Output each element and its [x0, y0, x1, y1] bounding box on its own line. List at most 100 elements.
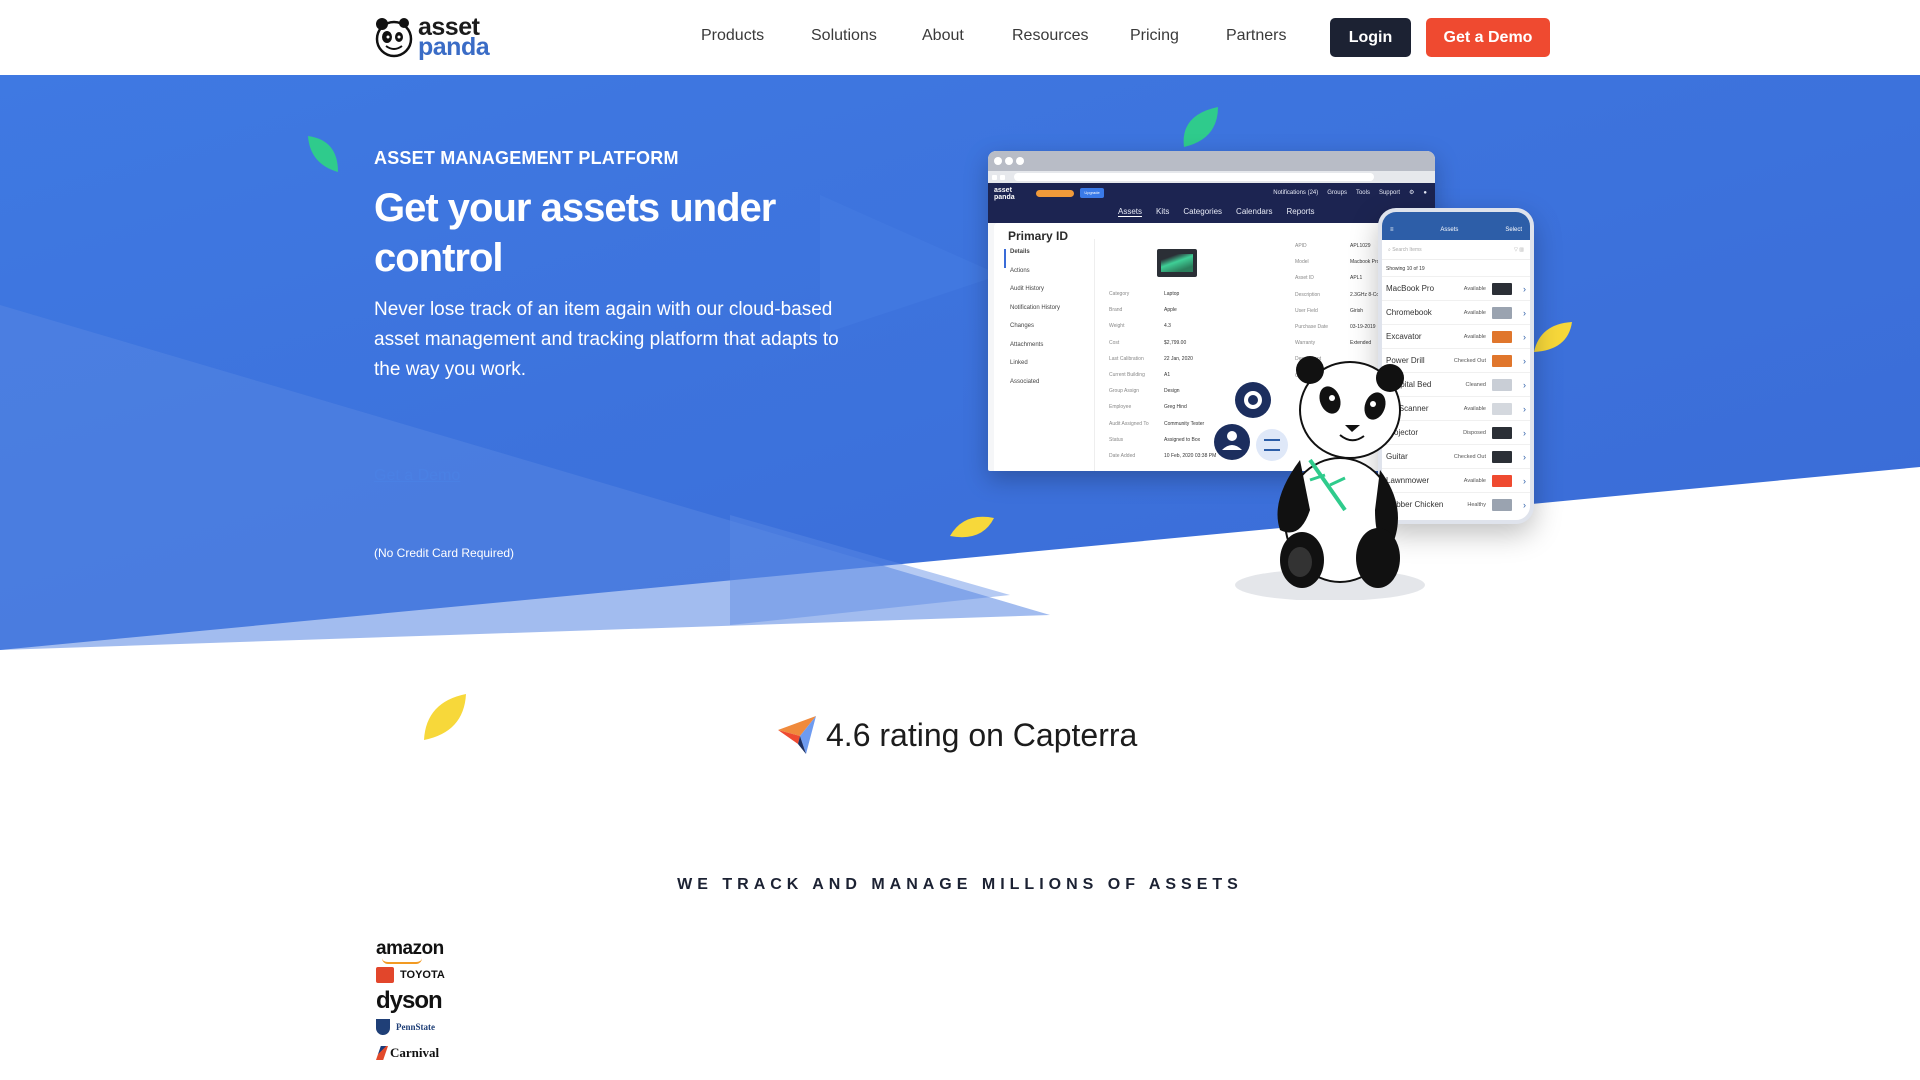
field-row: Weight 4.3: [1109, 323, 1171, 329]
asset-thumbnail: [1492, 354, 1512, 367]
field-key: Date Added: [1109, 453, 1136, 459]
nav-partners[interactable]: Partners: [1226, 27, 1286, 45]
toyota-emblem-icon: [376, 967, 394, 983]
field-key: Purchase Date: [1295, 324, 1329, 330]
rating-text: 4.6 rating on Capterra: [826, 716, 1138, 753]
panda-illustration: [1214, 356, 1425, 600]
get-demo-button[interactable]: Get a Demo: [1426, 18, 1550, 57]
side-item: Notification History: [1010, 304, 1061, 311]
customer-logos: amazon TOYOTA dyson PennState Carnival: [376, 938, 445, 1064]
field-key: Current Building: [1109, 372, 1145, 378]
nav-resources[interactable]: Resources: [1012, 27, 1088, 45]
field-row: Category Laptop: [1109, 291, 1179, 297]
field-row: Cost $2,799.00: [1109, 340, 1186, 346]
app-link-notifications: Notifications (24): [1273, 189, 1319, 196]
side-item: Details: [1004, 249, 1060, 268]
chevron-right-icon: ›: [1523, 451, 1526, 462]
field-key: Employee: [1109, 404, 1132, 411]
panda-logo-icon: [374, 16, 414, 58]
asset-thumbnail: [1492, 306, 1512, 319]
field-value: Design: [1164, 388, 1180, 395]
chevron-right-icon: ›: [1523, 403, 1526, 414]
laptop-thumbnail: [1157, 249, 1197, 277]
field-row: Date Added 10 Feb, 2020 03:38 PM: [1109, 453, 1216, 459]
field-value: Apple: [1164, 307, 1177, 314]
field-row: Status Assigned to Box: [1109, 437, 1200, 443]
hero-get-demo-link[interactable]: Get a Demo: [374, 467, 460, 485]
asset-status: Available: [1463, 309, 1486, 316]
field-value: APL1: [1350, 275, 1363, 282]
hero-title: Get your assets under control: [374, 186, 776, 280]
field-key: Group Assign: [1109, 388, 1140, 395]
field-value: Greg Hind: [1164, 404, 1187, 411]
hero-description: Never lose track of an item again with o…: [374, 299, 839, 380]
field-key: Cost: [1109, 339, 1120, 346]
leaf-green-icon: [308, 136, 338, 172]
logo-word-panda: panda: [418, 33, 490, 61]
toyota-logo: TOYOTA: [376, 964, 445, 986]
field-value: Macbook Pro: [1350, 259, 1380, 266]
asset-thumbnail: [1492, 282, 1512, 295]
carnival-logo: Carnival: [376, 1042, 445, 1064]
capterra-rating[interactable]: 4.6 rating on Capterra: [778, 714, 1137, 756]
nav-products[interactable]: Products: [701, 27, 764, 45]
field-row: User Field Girish: [1295, 308, 1363, 314]
phone-header: ≡ Assets Select: [1382, 212, 1530, 240]
browser-chrome: [988, 151, 1435, 171]
field-value: Community Tester: [1164, 420, 1205, 427]
login-button[interactable]: Login: [1330, 18, 1411, 57]
asset-panda-logo[interactable]: asset panda: [374, 15, 490, 61]
nav-solutions[interactable]: Solutions: [811, 27, 877, 45]
carnival-funnel-icon: [376, 1046, 388, 1060]
dyson-logo: dyson: [376, 987, 443, 1014]
gear-workflow-icon: [1235, 382, 1271, 418]
asset-name: Chromebook: [1386, 308, 1432, 317]
chevron-right-icon: ›: [1523, 475, 1526, 486]
app-tab-reports: Reports: [1286, 207, 1315, 216]
field-key: Audit Assigned To: [1109, 420, 1149, 427]
field-value: A1: [1164, 372, 1171, 378]
capterra-logo-icon: [778, 716, 816, 754]
record-side-menu: Details Actions Audit History Notificati…: [1004, 249, 1061, 397]
asset-thumbnail: [1492, 426, 1512, 439]
phone-count: Showing 10 of 19: [1386, 266, 1425, 272]
field-key: Status: [1109, 436, 1124, 443]
field-row: Employee Greg Hind: [1109, 404, 1187, 410]
field-value: Assigned to Box: [1164, 436, 1201, 443]
phone-search: ⌕ Search Items ▽ ▥: [1382, 240, 1530, 260]
asset-status: Available: [1463, 333, 1486, 340]
field-value: APL1029: [1350, 243, 1371, 249]
leaf-green-icon: [1183, 107, 1218, 147]
field-value: 03-19-2019: [1350, 324, 1376, 330]
field-value: Laptop: [1164, 291, 1180, 297]
side-item: Changes: [1010, 323, 1035, 329]
nav-pricing[interactable]: Pricing: [1130, 27, 1179, 45]
gear-icon: ⚙: [1408, 190, 1415, 196]
asset-status: Checked Out: [1453, 453, 1486, 460]
field-key: Asset ID: [1295, 275, 1314, 282]
nav-about[interactable]: About: [922, 27, 964, 45]
field-row: Model Macbook Pro: [1295, 259, 1379, 265]
app-logo: asset panda: [994, 187, 1015, 201]
side-item: Attachments: [1010, 341, 1044, 348]
field-key: User Field: [1295, 307, 1318, 314]
pennstate-shield-icon: [376, 1019, 390, 1035]
side-item: Audit History: [1010, 286, 1045, 292]
field-key: Brand: [1109, 307, 1123, 314]
field-row: Brand Apple: [1109, 307, 1177, 313]
pennstate-logo: PennState: [376, 1016, 445, 1038]
app-tab-categories: Categories: [1183, 207, 1223, 216]
user-icon: ●: [1423, 189, 1427, 196]
side-item: Actions: [1010, 267, 1030, 274]
field-row: Asset ID APL1: [1295, 275, 1362, 281]
site-header: asset panda Products Solutions About Res…: [0, 0, 1920, 75]
asset-status: Available: [1463, 405, 1486, 412]
chevron-right-icon: ›: [1523, 283, 1526, 294]
asset-name: MacBook Pro: [1386, 284, 1435, 293]
hero-eyebrow: ASSET MANAGEMENT PLATFORM: [374, 148, 679, 168]
field-key: Description: [1295, 291, 1321, 298]
asset-list-item: Chromebook Available ›: [1382, 300, 1530, 324]
field-row: Purchase Date 03-19-2019: [1295, 324, 1376, 330]
app-link-tools: Tools: [1355, 189, 1370, 196]
hero-section: ASSET MANAGEMENT PLATFORM Get your asset…: [0, 75, 1920, 655]
